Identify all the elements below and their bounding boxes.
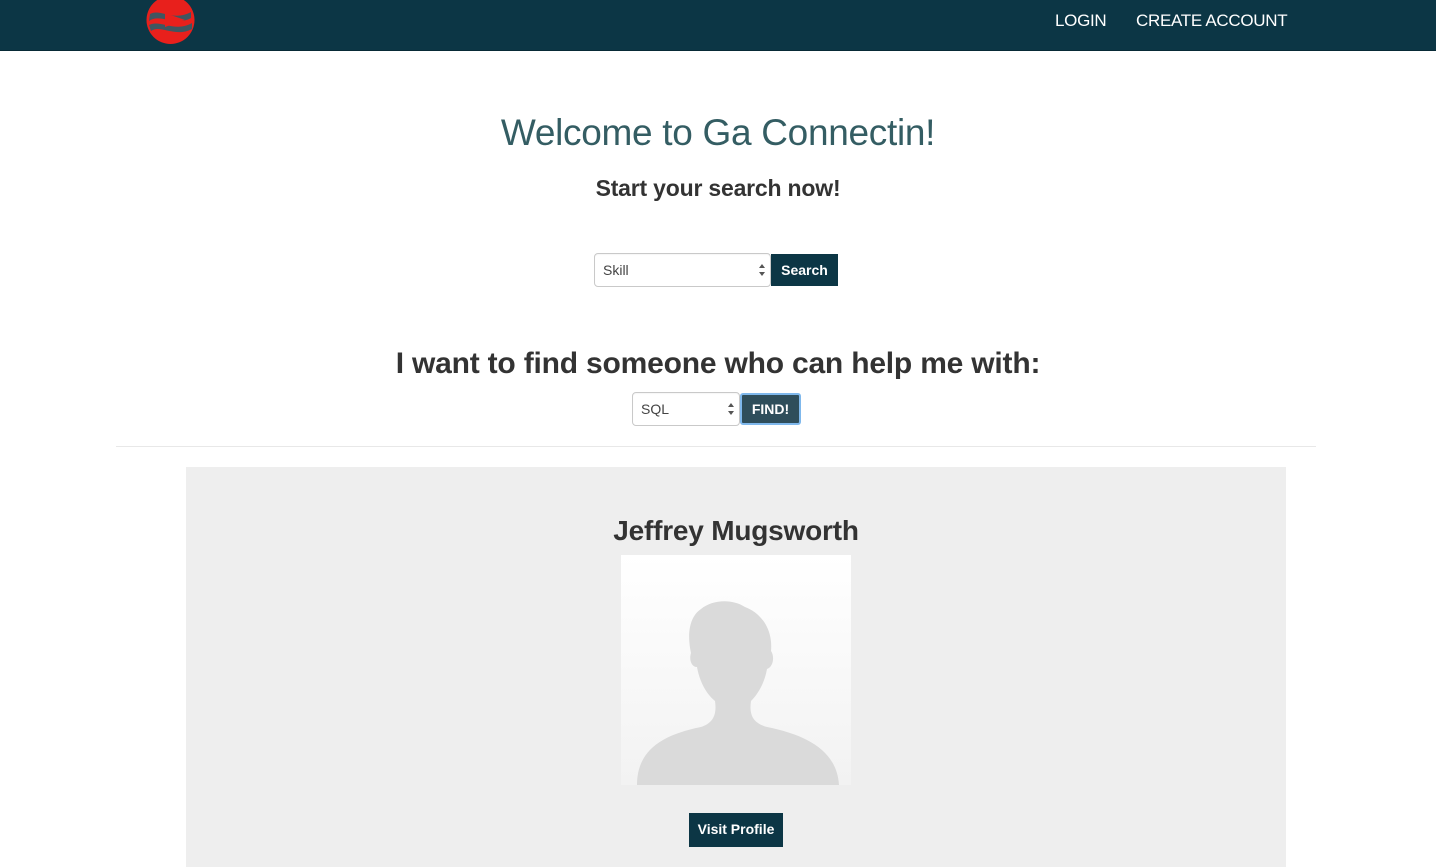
search-button[interactable]: Search <box>771 254 838 286</box>
search-type-value: Skill <box>603 262 629 278</box>
find-button[interactable]: FIND! <box>740 393 801 425</box>
create-account-link[interactable]: CREATE ACCOUNT <box>1136 11 1288 31</box>
page-title: Welcome to Ga Connectin! <box>500 112 936 153</box>
visit-profile-button[interactable]: Visit Profile <box>689 813 783 847</box>
logo-icon[interactable] <box>145 0 196 46</box>
person-name: Jeffrey Mugsworth <box>613 515 859 546</box>
login-link[interactable]: LOGIN <box>1055 11 1107 31</box>
avatar-placeholder-icon <box>621 555 851 785</box>
section-divider <box>116 446 1316 447</box>
result-card: Jeffrey Mugsworth Visit Profile <box>186 467 1286 867</box>
top-navbar: LOGIN CREATE ACCOUNT <box>0 0 1436 51</box>
help-topic-value: SQL <box>641 401 670 417</box>
help-heading: I want to find someone who can help me w… <box>395 347 1041 380</box>
select-arrows-icon <box>758 263 766 277</box>
help-topic-select[interactable]: SQL <box>632 392 740 426</box>
search-type-select[interactable]: Skill <box>594 253 771 287</box>
select-arrows-icon <box>727 402 735 416</box>
page-subtitle: Start your search now! <box>595 175 841 201</box>
